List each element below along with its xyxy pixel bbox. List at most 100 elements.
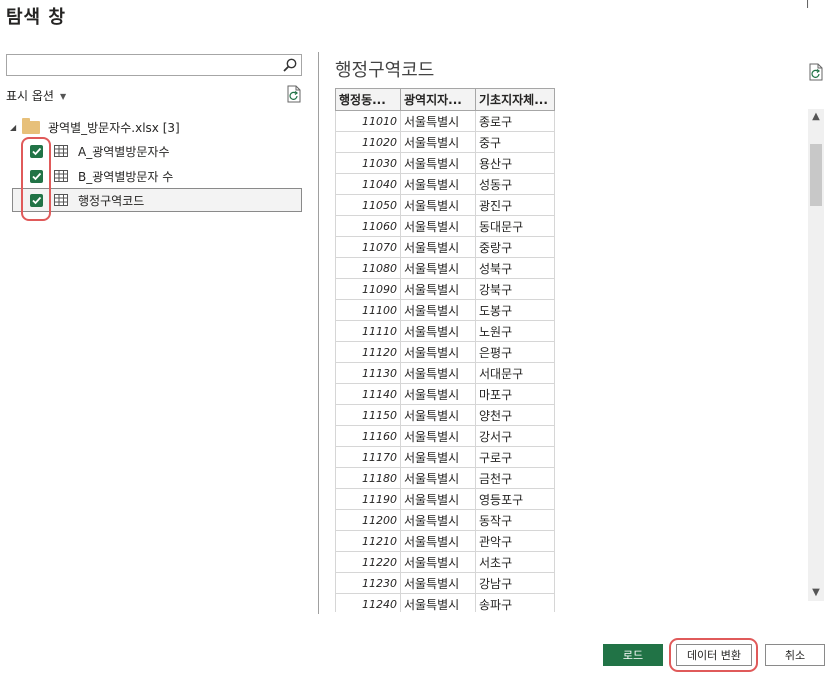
refresh-icon[interactable]	[286, 85, 302, 103]
table-cell: 성동구	[475, 173, 555, 195]
tree-item-region-code[interactable]: 행정구역코드	[12, 188, 302, 212]
table-cell: 11140	[335, 383, 401, 405]
table-row: 11010 서울특별시 종로구	[335, 110, 555, 132]
tree-item-label: A_광역별방문자수	[78, 144, 170, 159]
folder-icon	[22, 117, 40, 134]
table-cell: 성북구	[475, 257, 555, 279]
column-header[interactable]: 광역지자...	[400, 88, 476, 111]
table-row: 11060 서울특별시 동대문구	[335, 215, 555, 237]
refresh-icon[interactable]	[808, 63, 824, 81]
table-cell: 서울특별시	[400, 152, 476, 174]
table-cell: 11130	[335, 362, 401, 384]
table-cell: 11110	[335, 320, 401, 342]
table-row: 11120 서울특별시 은평구	[335, 341, 555, 363]
table-row: 11050 서울특별시 광진구	[335, 194, 555, 216]
display-options-dropdown[interactable]: 표시 옵션 ▼	[6, 87, 66, 104]
table-cell: 11160	[335, 425, 401, 447]
table-cell: 11030	[335, 152, 401, 174]
table-icon	[54, 194, 68, 206]
table-cell: 강남구	[475, 572, 555, 594]
table-row: 11160 서울특별시 강서구	[335, 425, 555, 447]
tree-item-label: B_광역별방문자 수	[78, 169, 174, 184]
table-cell: 서울특별시	[400, 362, 476, 384]
table-cell: 은평구	[475, 341, 555, 363]
table-cell: 금천구	[475, 467, 555, 489]
table-cell: 서울특별시	[400, 173, 476, 195]
annotation-highlight-checkboxes	[21, 137, 51, 221]
table-cell: 마포구	[475, 383, 555, 405]
table-header-row: 행정동... 광역지자... 기초지자체...	[335, 88, 555, 111]
table-row: 11200 서울특별시 동작구	[335, 509, 555, 531]
table-cell: 11190	[335, 488, 401, 510]
table-row: 11180 서울특별시 금천구	[335, 467, 555, 489]
window-title: 탐색 창	[6, 7, 66, 28]
table-cell: 서울특별시	[400, 299, 476, 321]
table-cell: 서울특별시	[400, 593, 476, 612]
table-cell: 서울특별시	[400, 215, 476, 237]
table-cell: 중구	[475, 131, 555, 153]
table-row: 11130 서울특별시 서대문구	[335, 362, 555, 384]
table-cell: 11230	[335, 572, 401, 594]
chevron-down-icon: ▼	[59, 92, 67, 101]
table-row: 11030 서울특별시 용산구	[335, 152, 555, 174]
table-cell: 동작구	[475, 509, 555, 531]
scroll-up-icon[interactable]: ▲	[808, 109, 824, 125]
table-cell: 11010	[335, 110, 401, 132]
table-row: 11040 서울특별시 성동구	[335, 173, 555, 195]
table-row: 11140 서울특별시 마포구	[335, 383, 555, 405]
table-cell: 11100	[335, 299, 401, 321]
table-cell: 서울특별시	[400, 404, 476, 426]
load-button[interactable]: 로드	[603, 644, 663, 666]
column-header[interactable]: 기초지자체...	[475, 88, 555, 111]
table-cell: 11200	[335, 509, 401, 531]
table-row: 11170 서울특별시 구로구	[335, 446, 555, 468]
window-control-icon[interactable]: │	[804, 0, 811, 8]
table-cell: 동대문구	[475, 215, 555, 237]
table-cell: 서울특별시	[400, 194, 476, 216]
search-icon[interactable]	[282, 57, 298, 73]
table-cell: 서울특별시	[400, 446, 476, 468]
table-cell: 강서구	[475, 425, 555, 447]
column-header[interactable]: 행정동...	[335, 88, 401, 111]
table-cell: 중랑구	[475, 236, 555, 258]
table-cell: 서울특별시	[400, 467, 476, 489]
preview-title: 행정구역코드	[335, 60, 435, 81]
table-cell: 서울특별시	[400, 572, 476, 594]
table-cell: 11060	[335, 215, 401, 237]
table-cell: 11220	[335, 551, 401, 573]
table-cell: 구로구	[475, 446, 555, 468]
table-cell: 서초구	[475, 551, 555, 573]
table-cell: 노원구	[475, 320, 555, 342]
table-cell: 11170	[335, 446, 401, 468]
table-cell: 11090	[335, 278, 401, 300]
annotation-highlight-transform	[669, 638, 758, 672]
data-grid: 행정동... 광역지자... 기초지자체... 11010 서울특별시 종로구 110…	[335, 88, 555, 612]
search-box[interactable]	[6, 54, 302, 76]
table-cell: 종로구	[475, 110, 555, 132]
table-cell: 11050	[335, 194, 401, 216]
table-row: 11230 서울특별시 강남구	[335, 572, 555, 594]
table-cell: 영등포구	[475, 488, 555, 510]
table-cell: 서울특별시	[400, 383, 476, 405]
cancel-button[interactable]: 취소	[765, 644, 825, 666]
table-cell: 양천구	[475, 404, 555, 426]
table-cell: 서울특별시	[400, 551, 476, 573]
table-cell: 서울특별시	[400, 341, 476, 363]
table-row: 11240 서울특별시 송파구	[335, 593, 555, 612]
expand-triangle-icon[interactable]: ◢	[10, 123, 22, 132]
table-cell: 11070	[335, 236, 401, 258]
scroll-thumb[interactable]	[810, 144, 822, 206]
scroll-down-icon[interactable]: ▼	[808, 585, 824, 601]
table-cell: 서대문구	[475, 362, 555, 384]
table-cell: 11040	[335, 173, 401, 195]
table-row: 11080 서울특별시 성북구	[335, 257, 555, 279]
pane-divider[interactable]	[318, 52, 319, 614]
vertical-scrollbar[interactable]: ▲ ▼	[808, 109, 824, 601]
search-input[interactable]	[11, 57, 281, 75]
table-cell: 서울특별시	[400, 530, 476, 552]
table-cell: 관악구	[475, 530, 555, 552]
tree-root-workbook[interactable]: ◢ 광역별_방문자수.xlsx [3]	[10, 117, 180, 137]
preview-table: 행정동... 광역지자... 기초지자체... 11010 서울특별시 종로구 110…	[335, 88, 556, 612]
table-cell: 강북구	[475, 278, 555, 300]
table-row: 11100 서울특별시 도봉구	[335, 299, 555, 321]
